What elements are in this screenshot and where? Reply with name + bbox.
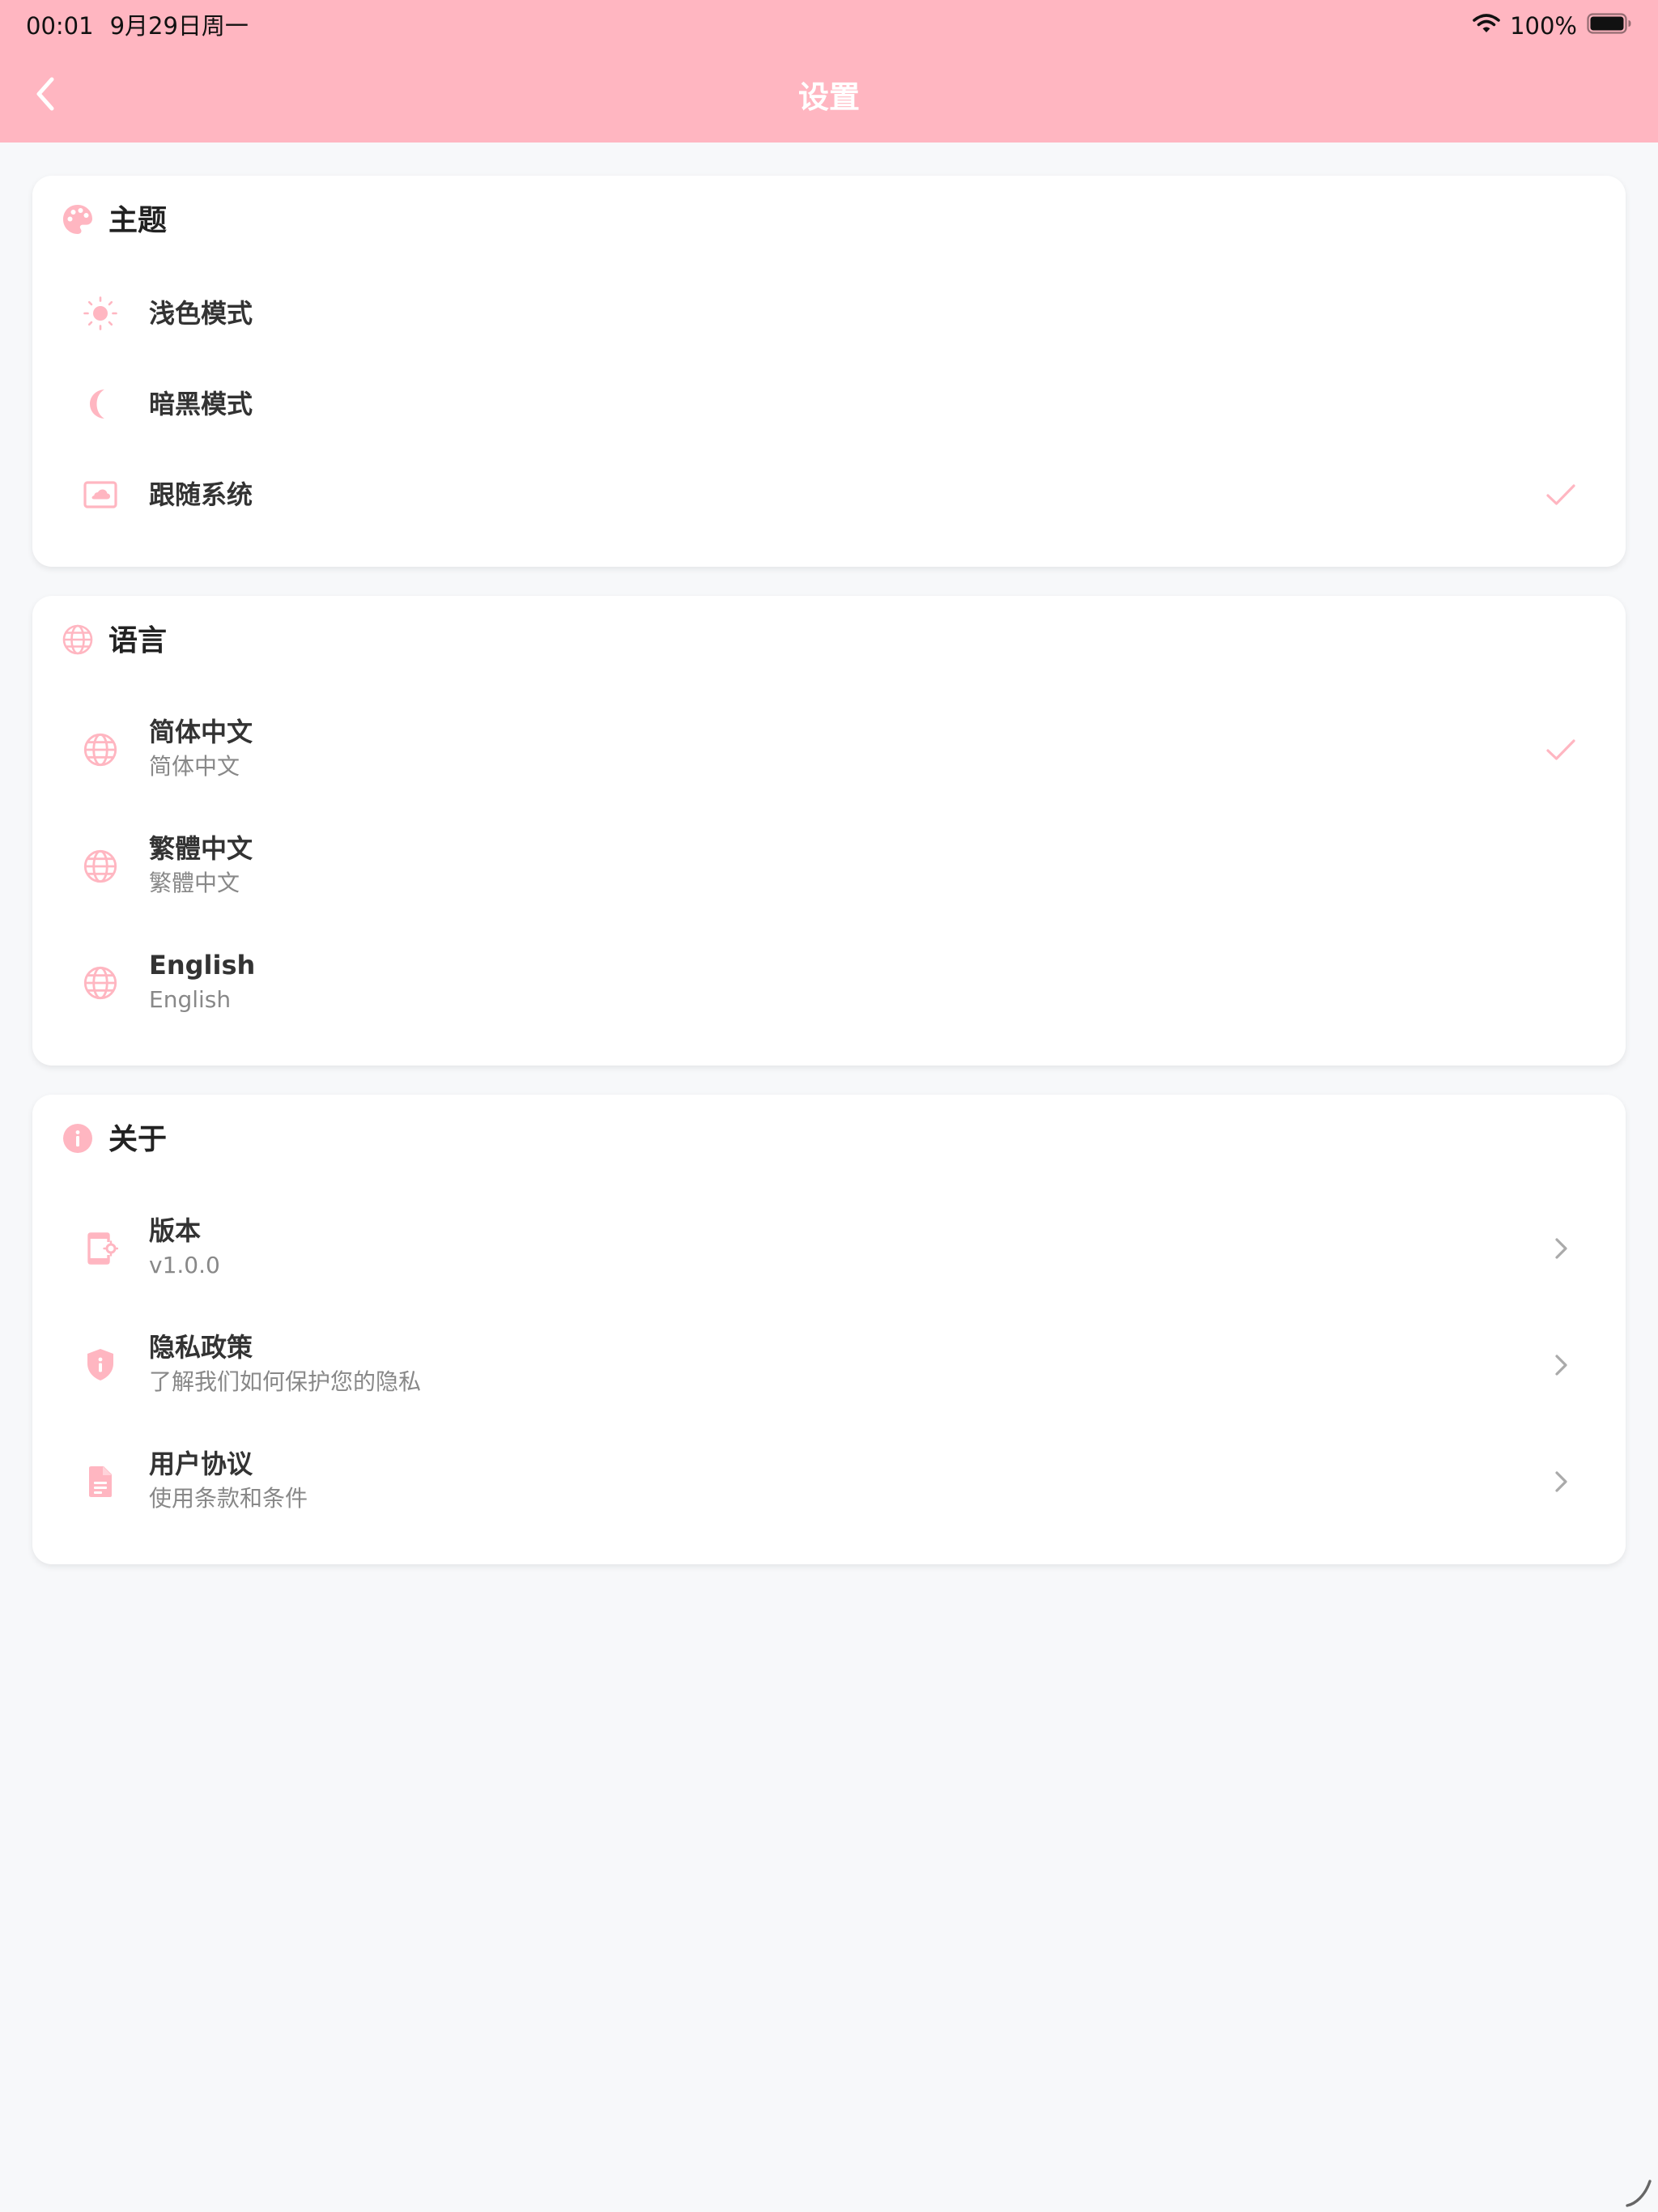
about-item-version[interactable]: 版本 v1.0.0 — [32, 1210, 1626, 1287]
about-item-sublabel: v1.0.0 — [149, 1252, 220, 1278]
theme-section-header: 主题 — [62, 203, 167, 239]
language-section-header: 语言 — [62, 623, 167, 659]
status-date: 9月29日周一 — [109, 12, 249, 40]
battery-icon — [1587, 12, 1632, 40]
check-icon — [1545, 479, 1577, 511]
language-option-label: English — [149, 950, 256, 981]
battery-percent: 100% — [1510, 12, 1577, 40]
language-option-sublabel: 繁體中文 — [149, 870, 240, 896]
language-option-zh-hant[interactable]: 繁體中文 繁體中文 — [32, 827, 1626, 905]
language-section-title: 语言 — [108, 624, 168, 657]
language-section: 语言 简体中文 简体中文 繁體中文 繁體中文 English English — [32, 596, 1626, 1066]
language-option-label: 繁體中文 — [149, 833, 253, 864]
status-bar-right: 100% — [1473, 10, 1632, 42]
status-time: 00:01 — [26, 12, 94, 40]
about-item-label: 版本 — [149, 1215, 202, 1246]
language-option-zh-hans[interactable]: 简体中文 简体中文 — [32, 711, 1626, 789]
chevron-right-icon — [1545, 1232, 1577, 1265]
resize-handle-icon — [1624, 2180, 1653, 2210]
globe-icon — [83, 732, 118, 768]
theme-section: 主题 浅色模式 暗黑模式 跟随系统 — [32, 176, 1626, 567]
theme-option-light[interactable]: 浅色模式 — [32, 274, 1626, 352]
globe-icon — [83, 965, 118, 1001]
about-section-header: 关于 — [62, 1122, 167, 1158]
system-display-icon — [83, 477, 118, 513]
page-title: 设置 — [797, 79, 860, 115]
chevron-right-icon — [1545, 1465, 1577, 1498]
document-icon — [83, 1464, 118, 1499]
app-header: 00:01 9月29日周一 100% 设置 — [0, 0, 1658, 143]
language-option-en[interactable]: English English — [32, 944, 1626, 1022]
palette-icon — [62, 203, 94, 239]
about-item-agreement[interactable]: 用户协议 使用条款和条件 — [32, 1443, 1626, 1521]
shield-icon — [83, 1347, 118, 1383]
chevron-right-icon — [1545, 1349, 1577, 1381]
theme-option-label: 跟随系统 — [149, 479, 253, 510]
language-option-sublabel: English — [149, 986, 232, 1013]
about-item-label: 用户协议 — [149, 1448, 253, 1479]
phone-settings-icon — [83, 1231, 118, 1266]
theme-option-label: 暗黑模式 — [149, 389, 253, 419]
globe-icon — [83, 849, 118, 884]
about-section: 关于 版本 v1.0.0 隐私政策 了解我们如何保护您的隐私 用户协议 使用条款… — [32, 1095, 1626, 1564]
wifi-icon — [1473, 12, 1500, 40]
theme-option-label: 浅色模式 — [149, 298, 253, 329]
sun-icon — [83, 296, 118, 331]
language-option-label: 简体中文 — [149, 717, 253, 747]
moon-icon — [83, 386, 118, 422]
about-item-label: 隐私政策 — [149, 1332, 253, 1363]
info-icon — [62, 1122, 94, 1158]
theme-option-system[interactable]: 跟随系统 — [32, 456, 1626, 534]
resize-handle[interactable] — [1624, 2178, 1653, 2207]
about-item-sublabel: 了解我们如何保护您的隐私 — [149, 1368, 422, 1395]
about-item-sublabel: 使用条款和条件 — [149, 1485, 308, 1512]
globe-icon — [62, 623, 94, 659]
about-item-privacy[interactable]: 隐私政策 了解我们如何保护您的隐私 — [32, 1326, 1626, 1404]
about-section-title: 关于 — [108, 1123, 168, 1156]
check-icon — [1545, 734, 1577, 766]
theme-option-dark[interactable]: 暗黑模式 — [32, 365, 1626, 443]
theme-section-title: 主题 — [108, 204, 168, 237]
language-option-sublabel: 简体中文 — [149, 753, 240, 780]
status-bar-left: 00:01 9月29日周一 — [26, 10, 249, 42]
